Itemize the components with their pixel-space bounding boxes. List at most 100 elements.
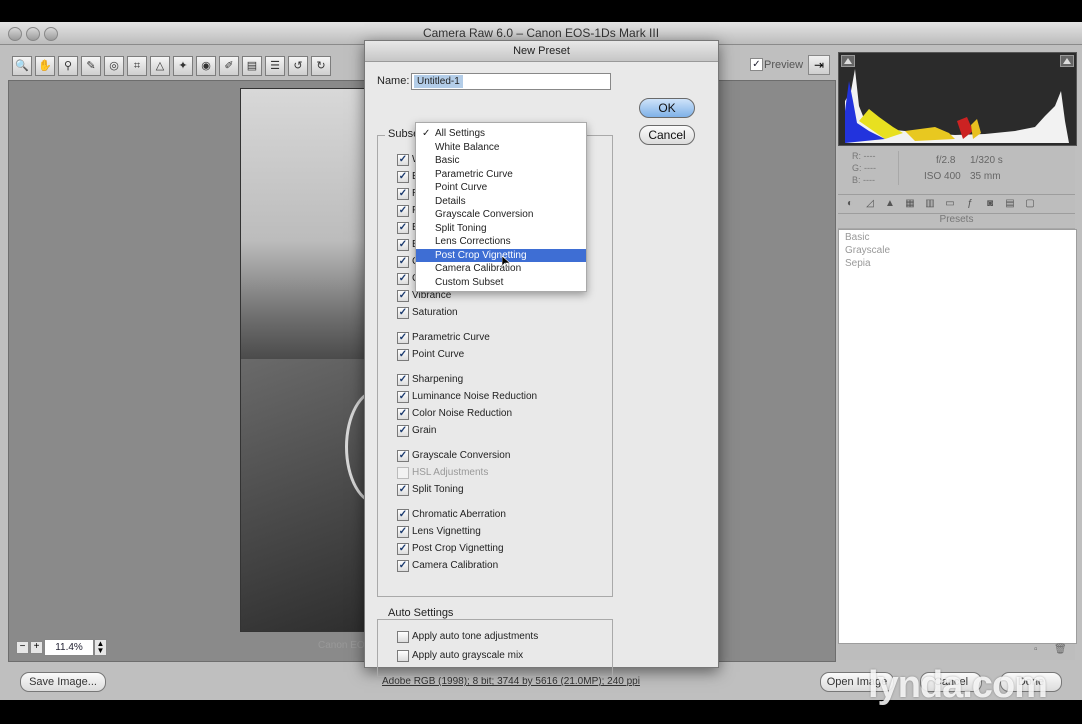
subset-menu-item[interactable]: Lens Corrections bbox=[416, 235, 586, 248]
setting-checkbox[interactable]: ✓ bbox=[397, 205, 409, 217]
camera-raw-window: Camera Raw 6.0 – Canon EOS-1Ds Mark III … bbox=[0, 22, 1082, 706]
setting-checkbox[interactable]: ✓ bbox=[397, 526, 409, 538]
setting-row[interactable]: ✓ Lens Vignetting bbox=[397, 525, 597, 539]
setting-row[interactable]: HSL Adjustments bbox=[397, 466, 597, 480]
graduated-filter-tool-button[interactable]: ▤ bbox=[242, 56, 262, 76]
zoom-level-field[interactable]: 11.4% bbox=[44, 639, 94, 656]
straighten-tool-button[interactable]: △ bbox=[150, 56, 170, 76]
rotate-cw-tool-button[interactable]: ↻ bbox=[311, 56, 331, 76]
subset-menu-item[interactable]: Details bbox=[416, 195, 586, 208]
preferences-tool-button[interactable]: ☰ bbox=[265, 56, 285, 76]
setting-row[interactable]: ✓ Saturation bbox=[397, 306, 597, 320]
setting-checkbox[interactable]: ✓ bbox=[397, 509, 409, 521]
new-preset-icon[interactable]: ▫ bbox=[1034, 644, 1038, 655]
trash-icon[interactable]: 🗑 bbox=[1054, 644, 1067, 655]
detail-icon[interactable]: ▲ bbox=[884, 198, 896, 209]
setting-row[interactable]: ✓ Parametric Curve bbox=[397, 331, 597, 345]
fullscreen-button[interactable]: ⇥ bbox=[808, 55, 830, 75]
zoom-tool-button[interactable]: 🔍 bbox=[12, 56, 32, 76]
subset-menu-item[interactable]: Grayscale Conversion bbox=[416, 208, 586, 221]
setting-checkbox[interactable]: ✓ bbox=[397, 450, 409, 462]
snapshots-icon[interactable]: ▢ bbox=[1024, 198, 1036, 209]
setting-checkbox[interactable]: ✓ bbox=[397, 332, 409, 344]
zoom-out-button[interactable]: − bbox=[16, 641, 29, 654]
subset-menu-item[interactable]: Camera Calibration bbox=[416, 262, 586, 275]
preview-label: Preview bbox=[764, 59, 804, 71]
split-toning-icon[interactable]: ▥ bbox=[924, 198, 936, 209]
subset-menu-item[interactable]: Custom Subset bbox=[416, 276, 586, 289]
setting-checkbox[interactable]: ✓ bbox=[397, 273, 409, 285]
setting-row[interactable]: ✓ Point Curve bbox=[397, 348, 597, 362]
adjustment-brush-tool-button[interactable]: ✐ bbox=[219, 56, 239, 76]
subset-menu-item[interactable]: Point Curve bbox=[416, 181, 586, 194]
setting-checkbox[interactable]: ✓ bbox=[397, 222, 409, 234]
setting-row[interactable]: ✓ Sharpening bbox=[397, 373, 597, 387]
presets-icon[interactable]: ▤ bbox=[1004, 198, 1016, 209]
crop-icon: ⌗ bbox=[133, 60, 141, 72]
auto-setting-checkbox[interactable] bbox=[397, 631, 409, 643]
setting-row[interactable]: ✓ Grayscale Conversion bbox=[397, 449, 597, 463]
auto-setting-row[interactable]: Apply auto tone adjustments bbox=[397, 630, 597, 644]
setting-checkbox[interactable]: ✓ bbox=[397, 425, 409, 437]
setting-checkbox[interactable]: ✓ bbox=[397, 349, 409, 361]
setting-checkbox[interactable]: ✓ bbox=[397, 391, 409, 403]
setting-row[interactable]: ✓ Color Noise Reduction bbox=[397, 407, 597, 421]
setting-row[interactable]: ✓ Luminance Noise Reduction bbox=[397, 390, 597, 404]
setting-checkbox[interactable]: ✓ bbox=[397, 484, 409, 496]
setting-checkbox[interactable]: ✓ bbox=[397, 154, 409, 166]
ok-button[interactable]: OK bbox=[639, 98, 695, 118]
setting-checkbox[interactable]: ✓ bbox=[397, 256, 409, 268]
zoom-in-button[interactable]: + bbox=[30, 641, 43, 654]
setting-checkbox[interactable]: ✓ bbox=[397, 374, 409, 386]
hand-tool-button[interactable]: ✋ bbox=[35, 56, 55, 76]
setting-checkbox[interactable]: ✓ bbox=[397, 408, 409, 420]
target-adjust-tool-button[interactable]: ◎ bbox=[104, 56, 124, 76]
preset-name-input[interactable]: Untitled-1 bbox=[411, 73, 611, 90]
preset-item[interactable]: Sepia bbox=[845, 258, 871, 269]
rotate-ccw-tool-button[interactable]: ↺ bbox=[288, 56, 308, 76]
preset-item[interactable]: Basic bbox=[845, 232, 869, 243]
target-adjust-icon: ◎ bbox=[109, 60, 119, 72]
setting-checkbox[interactable]: ✓ bbox=[397, 543, 409, 555]
setting-row[interactable]: ✓ Post Crop Vignetting bbox=[397, 542, 597, 556]
camera-calibration-icon[interactable]: ◙ bbox=[984, 198, 996, 209]
spot-removal-tool-button[interactable]: ✦ bbox=[173, 56, 193, 76]
setting-checkbox[interactable]: ✓ bbox=[397, 560, 409, 572]
setting-checkbox[interactable]: ✓ bbox=[397, 188, 409, 200]
hsl-icon[interactable]: ▦ bbox=[904, 198, 916, 209]
auto-setting-row[interactable]: Apply auto grayscale mix bbox=[397, 649, 597, 663]
setting-row[interactable]: ✓ Chromatic Aberration bbox=[397, 508, 597, 522]
red-eye-tool-button[interactable]: ◉ bbox=[196, 56, 216, 76]
subset-menu-item[interactable]: Basic bbox=[416, 154, 586, 167]
subset-menu-item[interactable]: Parametric Curve bbox=[416, 168, 586, 181]
subset-menu-item[interactable]: Post Crop Vignetting bbox=[416, 248, 586, 262]
cancel-button[interactable]: Cancel bbox=[639, 125, 695, 145]
crop-tool-button[interactable]: ⌗ bbox=[127, 56, 147, 76]
lens-icon[interactable]: ▭ bbox=[944, 198, 956, 209]
preview-checkbox[interactable]: ✓ bbox=[750, 58, 763, 71]
setting-checkbox[interactable]: ✓ bbox=[397, 239, 409, 251]
setting-row[interactable]: ✓ Camera Calibration bbox=[397, 559, 597, 573]
subset-menu-item-label: Lens Corrections bbox=[435, 236, 511, 247]
subset-menu-item[interactable]: Split Toning bbox=[416, 222, 586, 235]
tone-curve-icon[interactable]: ◿ bbox=[864, 198, 876, 209]
workflow-options-link[interactable]: Adobe RGB (1998); 8 bit; 3744 by 5616 (2… bbox=[382, 676, 640, 687]
right-panel: R: ---- G: ---- B: ---- f/2.8 1/320 s IS… bbox=[838, 52, 1077, 660]
zoom-menu-arrows-icon[interactable]: ▲ ▼ bbox=[94, 639, 107, 656]
fx-icon[interactable]: ƒ bbox=[964, 198, 976, 209]
subset-menu-item[interactable]: ✓ All Settings bbox=[416, 127, 586, 140]
setting-checkbox[interactable]: ✓ bbox=[397, 307, 409, 319]
subset-menu-item[interactable]: White Balance bbox=[416, 141, 586, 154]
preset-item[interactable]: Grayscale bbox=[845, 245, 890, 256]
auto-setting-checkbox[interactable] bbox=[397, 650, 409, 662]
color-sampler-tool-button[interactable]: ✎ bbox=[81, 56, 101, 76]
white-balance-tool-button[interactable]: ⚲ bbox=[58, 56, 78, 76]
readout-area: R: ---- G: ---- B: ---- f/2.8 1/320 s IS… bbox=[838, 147, 1075, 191]
setting-row[interactable]: ✓ Grain bbox=[397, 424, 597, 438]
setting-checkbox[interactable]: ✓ bbox=[397, 290, 409, 302]
basic-icon[interactable]: ◐ bbox=[844, 198, 856, 209]
auto-settings-label: Auto Settings bbox=[385, 607, 457, 619]
setting-row[interactable]: ✓ Split Toning bbox=[397, 483, 597, 497]
setting-checkbox[interactable]: ✓ bbox=[397, 171, 409, 183]
save-image-button[interactable]: Save Image... bbox=[20, 672, 106, 692]
